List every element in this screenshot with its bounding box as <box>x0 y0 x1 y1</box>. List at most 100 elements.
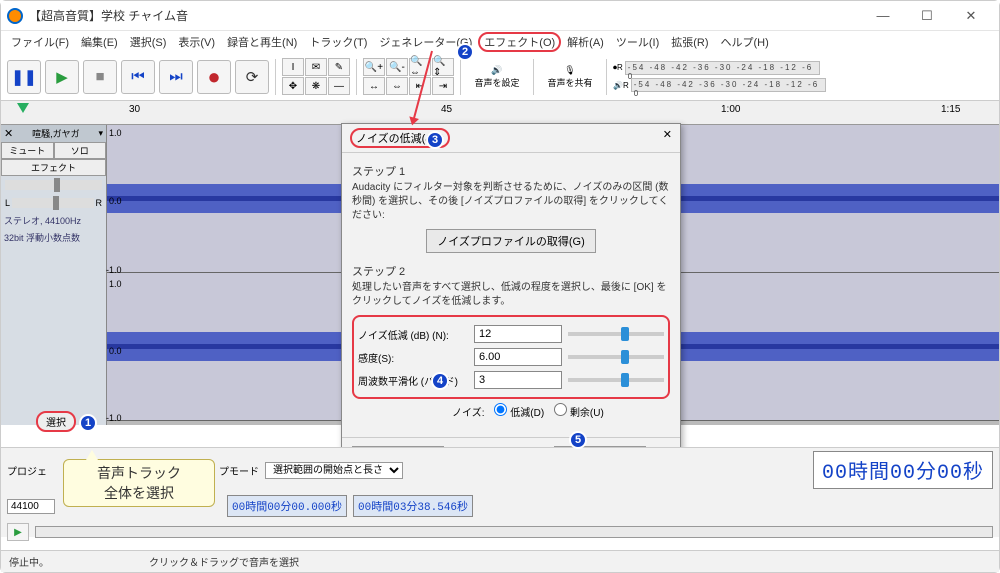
tick-30: 30 <box>129 104 140 115</box>
callout-select-all: 音声トラック全体を選択 <box>63 459 215 507</box>
mute-button[interactable]: ミュート <box>1 142 54 159</box>
status-right: クリック＆ドラッグで音声を選択 <box>149 554 299 569</box>
zoom-out-icon[interactable]: 🔍- <box>386 58 408 76</box>
noise-label: ノイズ: <box>452 404 484 419</box>
noise-reduction-dialog: ノイズの低減(&N) ✕ ステップ 1 Audacity にフィルター対象を判断… <box>341 123 681 479</box>
record-meter[interactable]: -54 -48 -42 -36 -30 -24 -18 -12 -6 0 <box>625 61 820 75</box>
amp-1: 1.0 <box>109 128 122 138</box>
menu-select[interactable]: 選択(S) <box>124 32 173 52</box>
menu-bar: ファイル(F) 編集(E) 選択(S) 表示(V) 録音と再生(N) トラック(… <box>1 31 999 53</box>
menu-extra[interactable]: 拡張(R) <box>665 32 714 52</box>
noise-db-slider[interactable] <box>568 332 664 336</box>
badge-3: 3 <box>426 131 444 149</box>
smoothing-slider[interactable] <box>568 378 664 382</box>
amp-0: 0.0 <box>109 196 122 206</box>
project-label: プロジェ <box>7 463 47 478</box>
timeline-ruler[interactable]: 30 45 1:00 1:15 <box>1 101 999 125</box>
params-highlight: ノイズ低減 (dB) (N): 感度(S): 周波数平滑化 (バンド) <box>352 315 670 399</box>
play-meter[interactable]: -54 -48 -42 -36 -30 -24 -18 -12 -6 0 <box>631 78 826 92</box>
noise-db-input[interactable] <box>474 325 562 343</box>
zoom-tools: 🔍+ 🔍- 🔍⇔ 🔍⇕ ↔ ⇔ ⇤ ⇥ <box>363 58 454 95</box>
stop-button[interactable]: ■ <box>83 60 117 94</box>
skip-end-button[interactable]: ⏭ <box>159 60 193 94</box>
amp-0b: 0.0 <box>109 346 122 356</box>
snap-select[interactable]: 選択範囲の開始点と長さ <box>265 462 403 479</box>
big-time-display[interactable]: 00時間00分00秒 <box>813 451 993 489</box>
envelope-tool-icon[interactable]: ✉ <box>305 58 327 76</box>
close-button[interactable]: ✕ <box>949 1 993 31</box>
track-name[interactable]: ✕喧騒,ガヤガ▾ <box>1 125 106 142</box>
dialog-close-button[interactable]: ✕ <box>663 128 672 148</box>
menu-analyze[interactable]: 解析(A) <box>561 32 610 52</box>
toolbar: ❚❚ ▶ ■ ⏮ ⏭ ● ⟳ I ✉ ✎ ✥ ❋ — 🔍+ 🔍- 🔍⇔ 🔍⇕ ↔… <box>1 53 999 101</box>
menu-file[interactable]: ファイル(F) <box>5 32 75 52</box>
selection-length-time[interactable]: 00時間03分38.546秒 <box>353 495 473 517</box>
menu-tool[interactable]: ツール(I) <box>610 32 665 52</box>
maximize-button[interactable]: ☐ <box>905 1 949 31</box>
loop-button[interactable]: ⟳ <box>235 60 269 94</box>
menu-record[interactable]: 録音と再生(N) <box>221 32 303 52</box>
track-panel: ✕喧騒,ガヤガ▾ ミュート ソロ エフェクト LR ステレオ, 44100Hz … <box>1 125 107 425</box>
selection-start-time[interactable]: 00時間00分00.000秒 <box>227 495 347 517</box>
sample-rate-input[interactable] <box>7 499 55 514</box>
track-info-1: ステレオ, 44100Hz <box>1 212 106 229</box>
window-title: 【超高音質】学校 チャイム音 <box>29 7 861 24</box>
speaker-icon: 🔊 <box>491 65 502 76</box>
playhead-icon[interactable] <box>17 103 29 113</box>
select-track-button[interactable]: 選択 <box>36 411 76 432</box>
title-bar: 【超高音質】学校 チャイム音 — ☐ ✕ <box>1 1 999 31</box>
audio-setup[interactable]: 🔊 音声を設定 <box>467 65 527 89</box>
solo-button[interactable]: ソロ <box>54 142 107 159</box>
blank-tool-icon[interactable]: — <box>328 77 350 95</box>
amp-m1: -1.0 <box>106 265 122 275</box>
menu-track[interactable]: トラック(T) <box>303 32 373 52</box>
menu-view[interactable]: 表示(V) <box>172 32 221 52</box>
minimize-button[interactable]: — <box>861 1 905 31</box>
zoom-fit-icon[interactable]: 🔍⇕ <box>432 58 454 76</box>
draw-tool-icon[interactable]: ✎ <box>328 58 350 76</box>
badge-2: 2 <box>456 43 474 61</box>
smoothing-input[interactable] <box>474 371 562 389</box>
move-tool-icon[interactable]: ✥ <box>282 77 304 95</box>
scrub-bar[interactable] <box>35 526 993 538</box>
sensitivity-input[interactable] <box>474 348 562 366</box>
badge-5: 5 <box>569 431 587 449</box>
play-button[interactable]: ▶ <box>45 60 79 94</box>
pause-button[interactable]: ❚❚ <box>7 60 41 94</box>
mini-play-icon[interactable]: ▶ <box>7 523 29 541</box>
reduce-radio[interactable]: 低減(D) <box>494 403 544 419</box>
tick-115: 1:15 <box>941 104 960 115</box>
menu-effect[interactable]: エフェクト(O) <box>478 32 561 52</box>
zoom-in-icon[interactable]: 🔍+ <box>363 58 385 76</box>
gain-slider[interactable] <box>5 180 102 190</box>
menu-help[interactable]: ヘルプ(H) <box>715 32 775 52</box>
app-logo-icon <box>7 8 23 24</box>
audio-share[interactable]: 🎙 音声を共有 <box>540 65 600 89</box>
step2-label: ステップ 2 <box>352 263 670 279</box>
zoom-tool5-icon[interactable]: ↔ <box>363 77 385 95</box>
zoom-tool6-icon[interactable]: ⇔ <box>386 77 408 95</box>
pan-slider[interactable] <box>12 198 93 208</box>
badge-1: 1 <box>79 414 97 432</box>
menu-edit[interactable]: 編集(E) <box>75 32 124 52</box>
step1-label: ステップ 1 <box>352 163 670 179</box>
smoothing-label: 周波数平滑化 (バンド) <box>358 373 468 388</box>
tick-45: 45 <box>441 104 452 115</box>
multi-tool-icon[interactable]: ❋ <box>305 77 327 95</box>
effect-button[interactable]: エフェクト <box>1 159 106 176</box>
residue-radio[interactable]: 剰余(U) <box>554 403 604 419</box>
selection-tool-icon[interactable]: I <box>282 58 304 76</box>
sensitivity-slider[interactable] <box>568 355 664 359</box>
audio-share-label: 音声を共有 <box>547 76 592 89</box>
status-left: 停止中。 <box>9 554 49 569</box>
sensitivity-label: 感度(S): <box>358 350 468 365</box>
record-button[interactable]: ● <box>197 60 231 94</box>
skip-start-button[interactable]: ⏮ <box>121 60 155 94</box>
audio-setup-label: 音声を設定 <box>474 76 519 89</box>
silence-icon[interactable]: ⇥ <box>432 77 454 95</box>
snap-mode-label: プモード <box>219 463 259 478</box>
get-noise-profile-button[interactable]: ノイズプロファイルの取得(G) <box>426 229 596 253</box>
noise-db-label: ノイズ低減 (dB) (N): <box>358 327 468 342</box>
badge-4: 4 <box>431 372 449 390</box>
amp-m1b: -1.0 <box>106 413 122 423</box>
